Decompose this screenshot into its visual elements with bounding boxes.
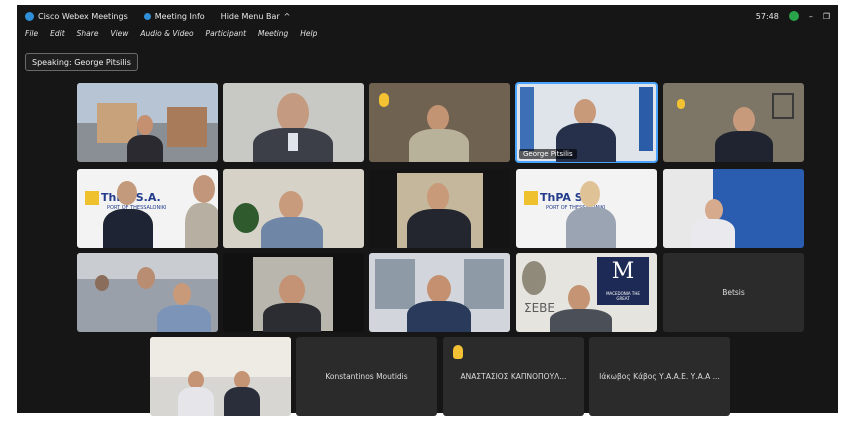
- video-tile[interactable]: ΣΕΒΕ M MACEDONIA THE GREAT: [516, 253, 657, 332]
- menu-audio-video[interactable]: Audio & Video: [140, 29, 193, 43]
- video-tile[interactable]: [223, 83, 364, 162]
- video-tile-no-video[interactable]: Betsis: [663, 253, 804, 332]
- video-tile[interactable]: [663, 169, 804, 248]
- meeting-info-button[interactable]: Meeting Info: [143, 11, 205, 21]
- minimize-button[interactable]: –: [809, 12, 813, 21]
- webex-window: Cisco Webex Meetings Meeting Info Hide M…: [17, 5, 838, 416]
- hide-menu-bar-button[interactable]: Hide Menu Bar ^: [221, 12, 291, 21]
- video-tile[interactable]: [223, 169, 364, 248]
- macedonia-logo: M MACEDONIA THE GREAT: [597, 257, 649, 305]
- menu-meeting[interactable]: Meeting: [258, 29, 288, 43]
- video-tile[interactable]: [77, 253, 218, 332]
- menu-bar: File Edit Share View Audio & Video Parti…: [25, 29, 317, 43]
- video-tile[interactable]: [150, 337, 291, 416]
- video-tile[interactable]: [77, 83, 218, 162]
- video-tile[interactable]: [369, 253, 510, 332]
- app-name: Cisco Webex Meetings: [38, 11, 128, 21]
- app-title: Cisco Webex Meetings: [25, 11, 128, 21]
- meeting-info-label: Meeting Info: [154, 11, 205, 21]
- sebe-logo: ΣΕΒΕ: [524, 301, 555, 315]
- restore-button[interactable]: ❐: [823, 12, 830, 21]
- menu-view[interactable]: View: [110, 29, 128, 43]
- title-bar: Cisco Webex Meetings Meeting Info Hide M…: [17, 5, 838, 27]
- video-tile[interactable]: [663, 83, 804, 162]
- meeting-timer: 57:48: [755, 11, 779, 21]
- chevron-up-icon: ^: [283, 11, 291, 21]
- video-tile[interactable]: ThPA S.A. PORT OF THESSALONIKI: [77, 169, 218, 248]
- info-icon: [143, 12, 151, 20]
- participant-name: Ιάκωβος Κάβος Υ.Α.Α.Ε. Υ.Α.Α ...: [599, 372, 720, 381]
- webex-logo-icon: [25, 11, 34, 21]
- menu-participant[interactable]: Participant: [206, 29, 247, 43]
- participant-name: Betsis: [722, 288, 745, 297]
- active-speaker-indicator: Speaking: George Pitsilis: [25, 53, 138, 71]
- menu-share[interactable]: Share: [77, 29, 99, 43]
- video-tile[interactable]: [223, 253, 364, 332]
- participant-name: Konstantinos Moutidis: [325, 372, 408, 381]
- video-tile-no-video[interactable]: ΑΝΑΣΤΑΣΙΟΣ ΚΑΠΝΟΠΟΥΛ...: [443, 337, 584, 416]
- participant-name: ΑΝΑΣΤΑΣΙΟΣ ΚΑΠΝΟΠΟΥΛ...: [460, 372, 567, 381]
- raised-hand-icon: [677, 99, 685, 109]
- video-tile-no-video[interactable]: Ιάκωβος Κάβος Υ.Α.Α.Ε. Υ.Α.Α ...: [589, 337, 730, 416]
- video-tile-active-speaker[interactable]: George Pitsilis: [515, 82, 658, 163]
- participant-name: George Pitsilis: [519, 149, 577, 159]
- video-tile[interactable]: ThPA S.A. PORT OF THESSALONIKI: [516, 169, 657, 248]
- video-tile-no-video[interactable]: Konstantinos Moutidis: [296, 337, 437, 416]
- video-tile[interactable]: [369, 83, 510, 162]
- menu-help[interactable]: Help: [300, 29, 317, 43]
- hide-menu-bar-label: Hide Menu Bar: [220, 11, 280, 21]
- video-tile[interactable]: [369, 169, 510, 248]
- connection-status-icon: [788, 11, 799, 21]
- raised-hand-icon: [379, 93, 389, 107]
- menu-edit[interactable]: Edit: [50, 29, 65, 43]
- window-controls: 57:48 – ❐: [756, 5, 830, 27]
- menu-file[interactable]: File: [25, 29, 38, 43]
